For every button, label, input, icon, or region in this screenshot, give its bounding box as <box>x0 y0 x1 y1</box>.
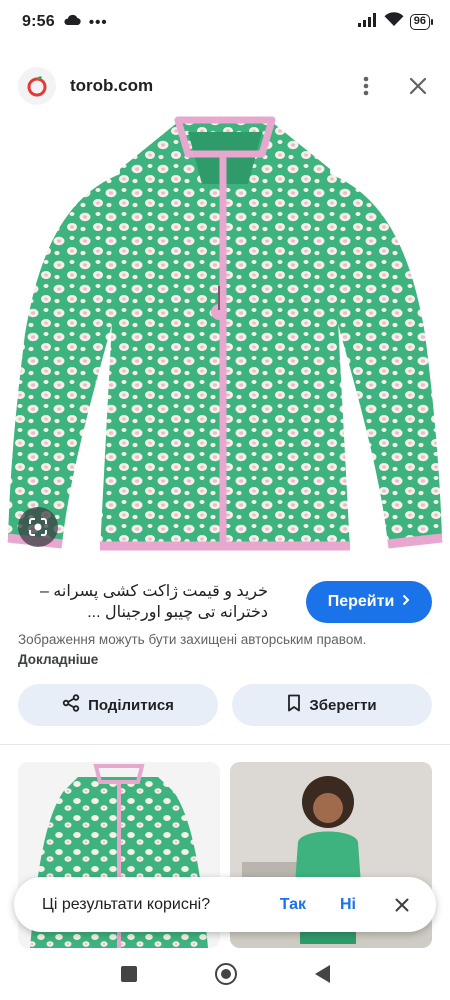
nav-home-icon[interactable] <box>214 963 237 985</box>
status-left: 9:56 ••• <box>22 13 108 31</box>
system-nav-bar <box>0 948 450 1000</box>
site-favicon-icon[interactable] <box>18 67 56 105</box>
status-time: 9:56 <box>22 13 55 30</box>
site-header: torob.com <box>0 58 450 114</box>
visit-button[interactable]: Перейти <box>306 581 432 623</box>
status-right: 96 <box>357 12 434 32</box>
copyright-notice: Зображення можуть бути захищені авторськ… <box>18 630 432 670</box>
feedback-yes-button[interactable]: Так <box>280 896 306 914</box>
close-icon[interactable] <box>404 72 432 100</box>
action-buttons: Поділитися Зберегти <box>18 684 432 726</box>
share-label: Поділитися <box>88 696 174 714</box>
share-icon <box>62 694 80 716</box>
chevron-right-icon <box>402 593 410 611</box>
divider <box>0 744 450 745</box>
nav-recents-icon[interactable] <box>120 966 137 982</box>
nav-back-icon[interactable] <box>314 965 330 983</box>
result-title-row: خرید و قیمت ژاکت کشی پسرانه – دخترانه تی… <box>18 578 432 626</box>
product-image[interactable] <box>0 114 450 566</box>
cloud-icon <box>63 13 81 31</box>
share-button[interactable]: Поділитися <box>18 684 218 726</box>
save-button[interactable]: Зберегти <box>232 684 432 726</box>
feedback-no-button[interactable]: Ні <box>340 896 356 914</box>
kebab-menu-icon[interactable] <box>350 70 382 102</box>
feedback-question: Ці результати корисні? <box>42 895 211 913</box>
status-bar: 9:56 ••• 96 <box>0 0 450 44</box>
wifi-icon <box>384 12 404 32</box>
bookmark-icon <box>287 694 301 716</box>
page-title[interactable]: خرید و قیمت ژاکت کشی پسرانه – دخترانه تی… <box>18 581 268 623</box>
lens-icon[interactable] <box>18 507 58 547</box>
status-more-icon: ••• <box>88 13 108 31</box>
copyright-text: Зображення можуть бути захищені авторськ… <box>18 632 367 647</box>
feedback-card: Ці результати корисні? Так Ні <box>14 877 436 932</box>
save-label: Зберегти <box>309 696 377 714</box>
signal-icon <box>357 12 378 32</box>
visit-button-label: Перейти <box>327 593 395 610</box>
feedback-close-icon[interactable] <box>392 895 412 915</box>
site-name[interactable]: torob.com <box>70 76 153 96</box>
learn-more-link[interactable]: Докладніше <box>18 652 98 667</box>
battery-icon: 96 <box>409 14 434 30</box>
